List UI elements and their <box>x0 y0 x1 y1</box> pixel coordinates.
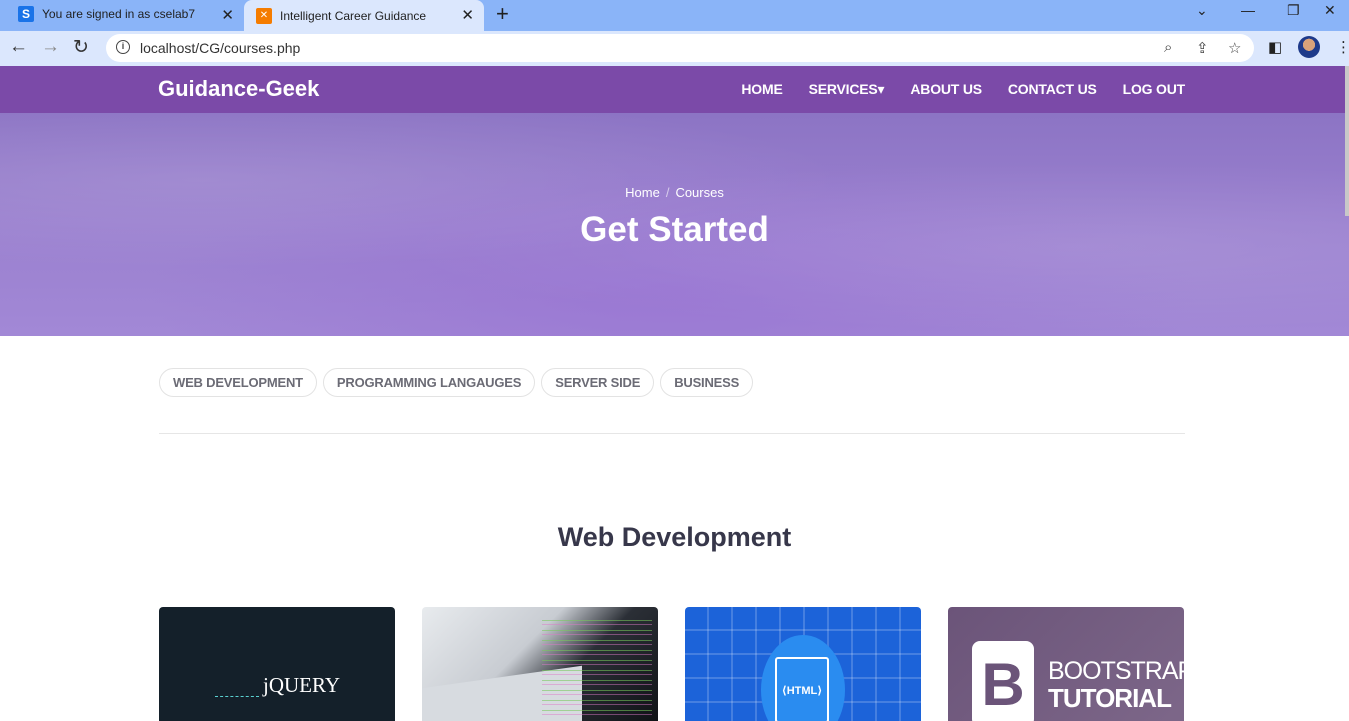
url-text[interactable]: localhost/CG/courses.php <box>140 40 300 56</box>
breadcrumb-current: Courses <box>675 185 724 200</box>
hero-banner: Home / Courses Get Started <box>0 113 1349 336</box>
bookmark-star-icon[interactable]: ☆ <box>1228 39 1241 57</box>
filter-programming-languages[interactable]: PROGRAMMING LANGAUGES <box>322 368 536 397</box>
zoom-icon[interactable]: ⌕ <box>1164 39 1172 56</box>
share-icon[interactable]: ⇪ <box>1196 39 1209 57</box>
brand-logo[interactable]: Guidance-Geek <box>158 76 319 102</box>
address-bar[interactable]: i localhost/CG/courses.php ⌕ ⇪ ☆ <box>106 34 1254 62</box>
html-window-icon: ⟨HTML⟩ <box>775 657 829 721</box>
site-navbar: Guidance-Geek HOME SERVICES▾ ABOUT US CO… <box>0 66 1349 113</box>
section-title: Web Development <box>557 522 792 552</box>
course-card-bootstrap[interactable]: B BOOTSTRAP TUTORIAL <box>948 607 1184 721</box>
menu-home[interactable]: HOME <box>741 81 782 98</box>
page-title: Get Started <box>580 210 769 249</box>
jquery-wave-graphic <box>215 677 259 697</box>
jquery-logo-text: jQUERY <box>263 673 341 697</box>
bootstrap-b-icon: B <box>972 641 1034 721</box>
close-icon[interactable]: ✕ <box>461 6 474 24</box>
forward-icon[interactable]: → <box>41 36 60 58</box>
main-menu: HOME SERVICES▾ ABOUT US CONTACT US LOG O… <box>741 81 1185 98</box>
breadcrumb-separator: / <box>665 185 670 200</box>
menu-kebab-icon[interactable]: ⋮ <box>1336 38 1349 56</box>
restore-icon[interactable]: ❐ <box>1287 2 1300 19</box>
profile-avatar[interactable] <box>1298 36 1320 58</box>
browser-tab-strip: S You are signed in as cselab7 ✕ ✕ Intel… <box>0 0 1349 31</box>
course-filter-tabs: WEB DEVELOPMENT PROGRAMMING LANGAUGES SE… <box>159 368 754 397</box>
course-card-code-laptop[interactable] <box>422 607 658 721</box>
breadcrumb-home[interactable]: Home <box>625 185 660 200</box>
breadcrumb: Home / Courses <box>0 185 1349 200</box>
back-icon[interactable]: ← <box>9 36 28 58</box>
page-scrollbar[interactable] <box>1345 66 1349 216</box>
menu-log-out[interactable]: LOG OUT <box>1123 81 1186 98</box>
tab-career-guidance[interactable]: ✕ Intelligent Career Guidance ✕ <box>244 0 484 31</box>
tab-title: Intelligent Career Guidance <box>280 8 427 23</box>
minimize-icon[interactable]: — <box>1241 2 1255 18</box>
web-page: Guidance-Geek HOME SERVICES▾ ABOUT US CO… <box>0 66 1349 721</box>
tutorial-text: TUTORIAL <box>1048 683 1172 713</box>
divider <box>159 433 1185 434</box>
tab-search-icon[interactable]: ⌄ <box>1196 2 1208 19</box>
xampp-favicon-icon: ✕ <box>256 7 272 24</box>
menu-contact-us[interactable]: CONTACT US <box>1008 81 1097 98</box>
code-screen-graphic <box>542 615 652 715</box>
tab-title: You are signed in as cselab7 <box>42 7 195 21</box>
s-favicon-icon: S <box>18 6 34 22</box>
menu-services[interactable]: SERVICES▾ <box>809 81 885 98</box>
new-tab-button[interactable]: + <box>496 1 509 27</box>
site-info-icon[interactable]: i <box>116 40 130 54</box>
filter-business[interactable]: BUSINESS <box>660 368 754 397</box>
course-card-jquery[interactable]: jQUERY <box>159 607 395 721</box>
course-card-html[interactable]: ⟨HTML⟩ <box>685 607 921 721</box>
menu-about-us[interactable]: ABOUT US <box>910 81 982 98</box>
reload-icon[interactable]: ↻ <box>73 36 89 59</box>
filter-web-development[interactable]: WEB DEVELOPMENT <box>159 368 317 397</box>
side-panel-icon[interactable]: ◧ <box>1268 38 1282 56</box>
filter-server-side[interactable]: SERVER SIDE <box>541 368 655 397</box>
close-icon[interactable]: ✕ <box>221 6 234 24</box>
browser-toolbar: ← → ↻ i localhost/CG/courses.php ⌕ ⇪ ☆ ◧… <box>0 31 1349 66</box>
bootstrap-text: BOOTSTRAP <box>1048 657 1184 685</box>
tab-signed-in[interactable]: S You are signed in as cselab7 ✕ <box>8 0 244 28</box>
close-window-icon[interactable]: ✕ <box>1324 2 1336 19</box>
